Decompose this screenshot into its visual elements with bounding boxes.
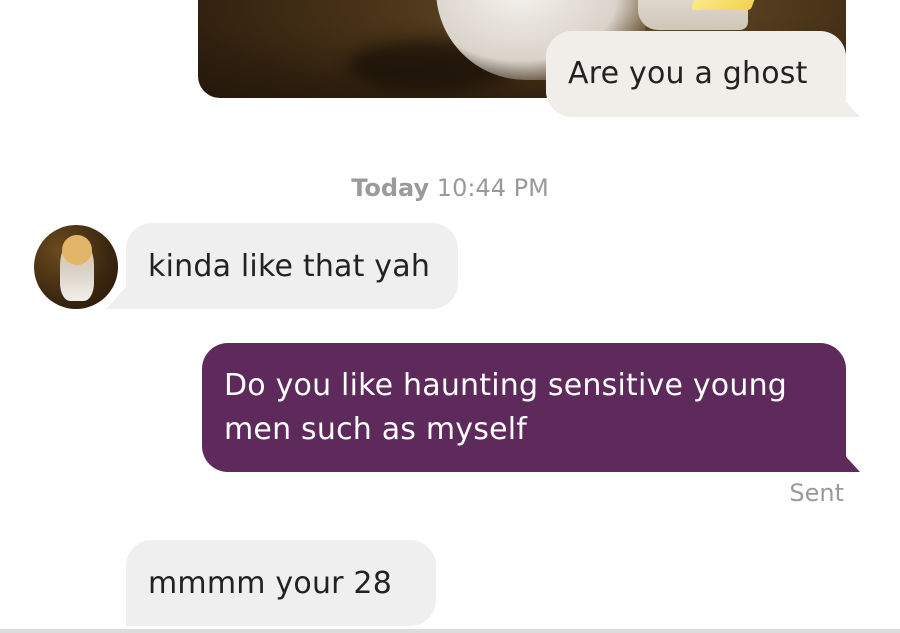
avatar-hair: [62, 235, 92, 265]
message-status: Sent: [789, 479, 844, 507]
bubble-tail: [838, 93, 860, 117]
message-text: Are you a ghost: [568, 56, 808, 91]
bubble-tail: [838, 448, 860, 472]
bubble-tail: [106, 285, 128, 309]
chat-screen: Are you a ghost Today 10:44 PM kinda lik…: [0, 0, 900, 633]
message-text: Do you like haunting sensitive young men…: [224, 368, 788, 447]
message-text: mmmm your 28: [148, 566, 392, 601]
message-timestamp: Today 10:44 PM: [0, 172, 900, 204]
divider: [0, 629, 900, 633]
photo-yellow-object: [690, 0, 766, 10]
timestamp-time: 10:44 PM: [436, 174, 549, 202]
received-message-bubble[interactable]: mmmm your 28: [126, 540, 436, 626]
sent-message-bubble[interactable]: Do you like haunting sensitive young men…: [202, 343, 846, 472]
received-message-bubble[interactable]: kinda like that yah: [126, 223, 458, 309]
timestamp-day: Today: [351, 174, 430, 202]
message-text: kinda like that yah: [148, 249, 431, 284]
sent-message-bubble-photo-caption[interactable]: Are you a ghost: [546, 31, 846, 117]
